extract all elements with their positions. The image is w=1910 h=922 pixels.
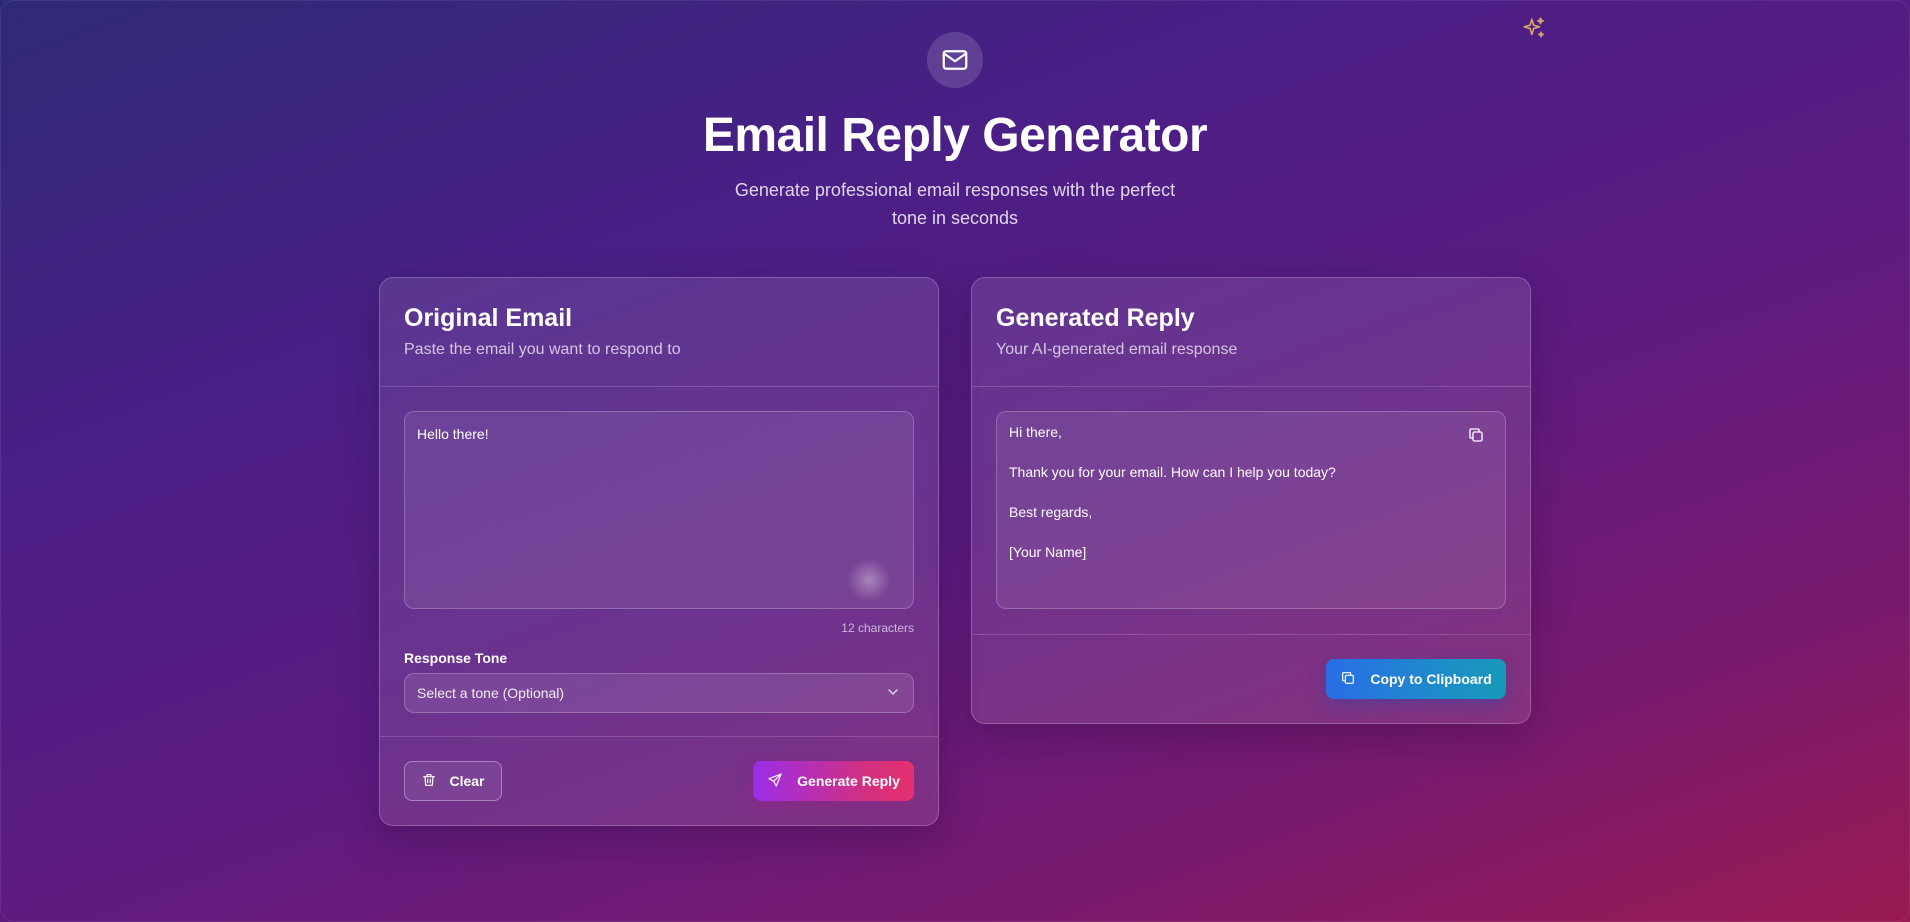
generated-reply-footer: Copy to Clipboard (972, 634, 1530, 723)
sparkles-icon[interactable] (1521, 16, 1547, 42)
chevron-down-icon (885, 684, 901, 703)
response-tone-label: Response Tone (404, 650, 508, 666)
copy-to-clipboard-button[interactable]: Copy to Clipboard (1326, 659, 1506, 699)
original-email-header: Original Email Paste the email you want … (380, 278, 938, 387)
page-subtitle: Generate professional email responses wi… (734, 180, 1176, 228)
reply-line: Best regards, (1009, 504, 1093, 520)
original-email-footer: Clear Generate Reply (380, 736, 938, 825)
copy-icon[interactable] (1467, 426, 1487, 446)
original-email-text: Hello there! (417, 426, 489, 442)
original-email-textarea[interactable]: Hello there! (404, 411, 914, 609)
generated-reply-box[interactable]: Hi there, Thank you for your email. How … (996, 411, 1506, 609)
tone-select-value: Select a tone (Optional) (417, 685, 565, 701)
generated-reply-header: Generated Reply Your AI-generated email … (972, 278, 1530, 387)
original-email-card: Original Email Paste the email you want … (379, 277, 939, 826)
cursor-glow (847, 558, 891, 602)
mail-icon (927, 32, 983, 88)
generated-reply-card: Generated Reply Your AI-generated email … (971, 277, 1531, 724)
page-title: Email Reply Generator (702, 109, 1208, 162)
generated-reply-subtitle: Your AI-generated email response (996, 341, 1238, 358)
generate-reply-button[interactable]: Generate Reply (753, 761, 914, 801)
clear-button-label: Clear (449, 773, 485, 789)
generated-reply-title: Generated Reply (996, 304, 1195, 332)
character-count: 12 characters (841, 621, 914, 635)
reply-line: [Your Name] (1009, 544, 1087, 560)
copy-to-clipboard-label: Copy to Clipboard (1370, 671, 1492, 687)
reply-line: Hi there, (1009, 424, 1062, 440)
generate-reply-label: Generate Reply (797, 773, 900, 789)
original-email-subtitle: Paste the email you want to respond to (404, 341, 681, 358)
tone-select[interactable]: Select a tone (Optional) (404, 673, 914, 713)
trash-icon (421, 772, 437, 791)
copy-icon (1340, 670, 1356, 689)
reply-line: Thank you for your email. How can I help… (1009, 464, 1336, 480)
original-email-title: Original Email (404, 304, 573, 332)
send-icon (767, 772, 783, 791)
clear-button[interactable]: Clear (404, 761, 502, 801)
